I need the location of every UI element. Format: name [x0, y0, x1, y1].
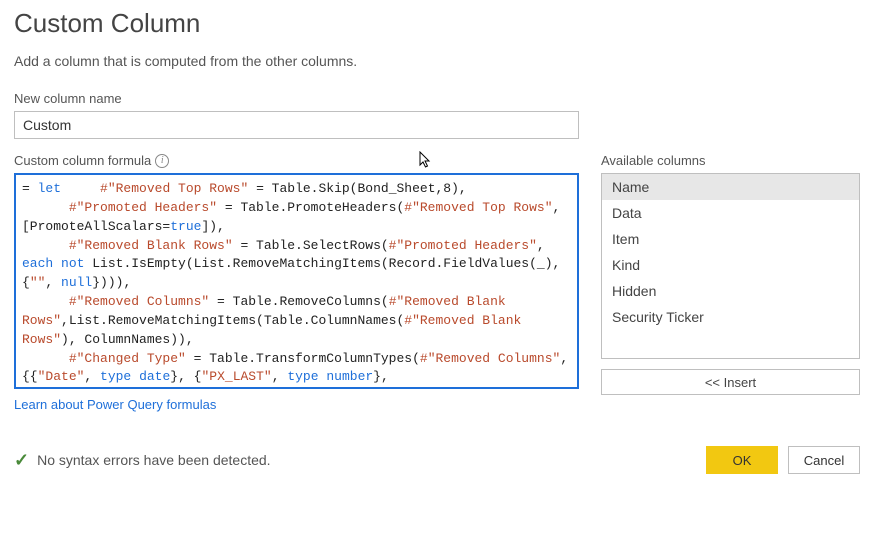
dialog-subtitle: Add a column that is computed from the o… [14, 53, 860, 69]
info-icon[interactable]: i [155, 154, 169, 168]
formula-label: Custom column formula i [14, 153, 579, 168]
available-column-item[interactable]: Hidden [602, 278, 859, 304]
formula-editor[interactable]: = let #"Removed Top Rows" = Table.Skip(B… [14, 173, 579, 389]
available-columns-list[interactable]: NameDataItemKindHiddenSecurity Ticker [601, 173, 860, 359]
new-column-name-input[interactable] [14, 111, 579, 139]
dialog-title: Custom Column [14, 8, 860, 39]
insert-button[interactable]: << Insert [601, 369, 860, 395]
available-column-item[interactable]: Kind [602, 252, 859, 278]
available-column-item[interactable]: Data [602, 200, 859, 226]
check-icon: ✓ [14, 450, 29, 471]
available-column-item[interactable]: Name [602, 174, 859, 200]
cancel-button[interactable]: Cancel [788, 446, 860, 474]
available-columns-label: Available columns [601, 153, 860, 168]
available-column-item[interactable]: Security Ticker [602, 304, 859, 330]
ok-button[interactable]: OK [706, 446, 778, 474]
formula-label-text: Custom column formula [14, 153, 151, 168]
status-message: No syntax errors have been detected. [37, 452, 270, 468]
learn-formulas-link[interactable]: Learn about Power Query formulas [14, 397, 216, 412]
available-column-item[interactable]: Item [602, 226, 859, 252]
new-column-name-label: New column name [14, 91, 860, 106]
